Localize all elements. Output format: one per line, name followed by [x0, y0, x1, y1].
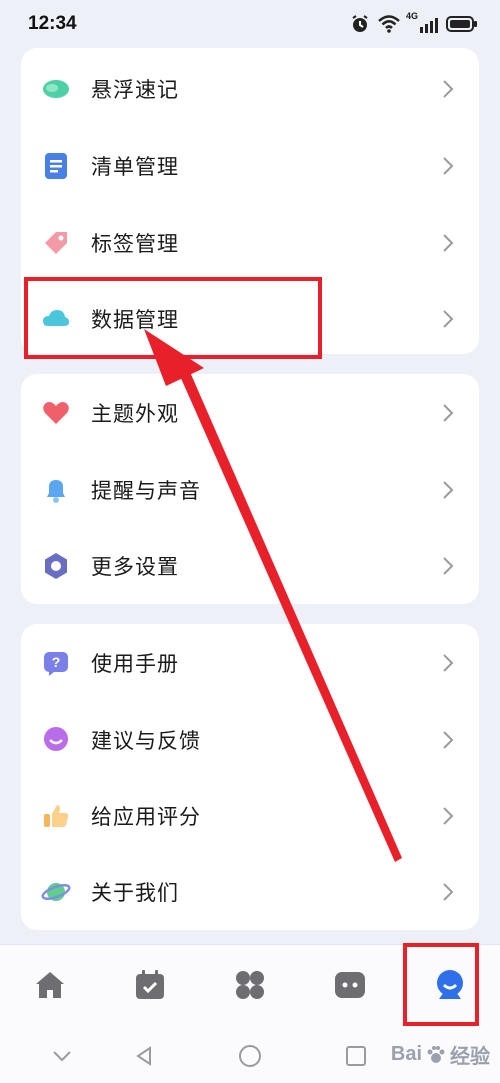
chevron-right-icon: [443, 309, 454, 328]
recents-icon[interactable]: [344, 1044, 368, 1068]
wifi-icon: [378, 15, 400, 33]
feedback-icon: [41, 725, 71, 755]
row-reminder-sound[interactable]: 提醒与声音: [21, 451, 479, 528]
chevron-right-icon: [443, 556, 454, 575]
planet-icon: [41, 877, 71, 907]
row-label: 悬浮速记: [91, 77, 179, 102]
thumbs-up-icon: [41, 801, 71, 831]
chevron-right-icon: [443, 156, 454, 175]
row-label: 给应用评分: [91, 804, 201, 829]
row-label: 清单管理: [91, 154, 179, 179]
row-tag-manage[interactable]: 标签管理: [21, 204, 479, 281]
chevron-right-icon: [443, 882, 454, 901]
apps-icon[interactable]: [232, 967, 268, 1003]
chat-icon[interactable]: [332, 967, 368, 1003]
help-icon: ?: [41, 648, 71, 678]
highlight-box-data-manage: [24, 277, 322, 359]
back-icon[interactable]: [132, 1044, 156, 1068]
4g-signal-icon: 4G: [406, 11, 438, 33]
chevron-right-icon: [443, 730, 454, 749]
status-bar: 12:34 4G: [0, 0, 500, 48]
status-icons: 4G: [350, 11, 478, 34]
row-about-us[interactable]: 关于我们: [21, 853, 479, 930]
highlight-box-profile-tab: [403, 943, 479, 1026]
row-label: 标签管理: [91, 231, 179, 256]
settings-group-3: ? 使用手册 建议与反馈 给应用评分 关于我们: [21, 624, 479, 930]
row-list-manage[interactable]: 清单管理: [21, 127, 479, 204]
network-type: 4G: [406, 11, 419, 21]
tag-icon: [41, 228, 71, 258]
home-icon[interactable]: [32, 967, 68, 1003]
row-label: 提醒与声音: [91, 478, 201, 503]
calendar-icon[interactable]: [132, 967, 168, 1003]
settings-group-2: 主题外观 提醒与声音 更多设置: [21, 374, 479, 604]
watermark-brand: Bai: [390, 1043, 422, 1065]
row-rate-app[interactable]: 给应用评分: [21, 777, 479, 854]
heart-icon: [41, 398, 71, 428]
chevron-right-icon: [443, 653, 454, 672]
row-label: 更多设置: [91, 554, 179, 579]
battery-icon: [446, 16, 477, 32]
status-time: 12:34: [28, 13, 77, 34]
chevron-right-icon: [443, 403, 454, 422]
watermark: Bai 经验: [391, 1040, 490, 1069]
row-more-settings[interactable]: 更多设置: [21, 527, 479, 604]
bell-icon: [41, 475, 71, 505]
row-feedback[interactable]: 建议与反馈: [21, 701, 479, 778]
chevron-right-icon: [443, 480, 454, 499]
row-label: 关于我们: [91, 880, 179, 905]
row-manual[interactable]: ? 使用手册: [21, 624, 479, 701]
watermark-suffix: 经验: [450, 1046, 490, 1068]
row-label: 使用手册: [91, 651, 179, 676]
row-floating-note[interactable]: 悬浮速记: [21, 50, 479, 127]
row-label: 建议与反馈: [91, 728, 201, 753]
row-theme[interactable]: 主题外观: [21, 374, 479, 451]
chevron-right-icon: [443, 233, 454, 252]
paw-icon: [427, 1045, 445, 1063]
hexagon-settings-icon: [41, 551, 71, 581]
svg-text:?: ?: [52, 654, 61, 670]
collapse-icon[interactable]: [50, 1044, 74, 1068]
row-label: 主题外观: [91, 401, 179, 426]
chevron-right-icon: [443, 79, 454, 98]
list-icon: [41, 151, 71, 181]
chevron-right-icon: [443, 806, 454, 825]
alarm-icon: [352, 15, 368, 32]
floating-note-icon: [41, 74, 71, 104]
home-circle-icon[interactable]: [238, 1044, 262, 1068]
